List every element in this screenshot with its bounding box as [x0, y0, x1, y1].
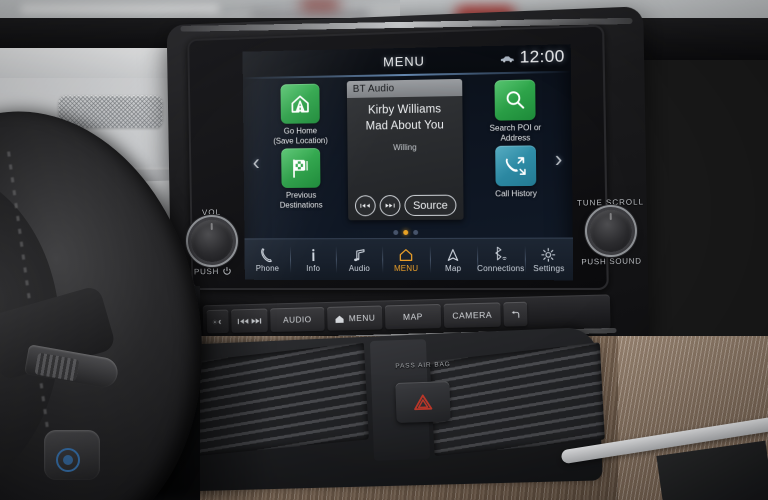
tune-scroll-knob-label: TUNE SCROLL [574, 197, 646, 207]
tile-search-poi[interactable]: Search POI or Address [481, 79, 549, 143]
nav-item-label: Audio [349, 264, 370, 273]
prev-track-icon [359, 201, 370, 210]
prev-track-button[interactable] [354, 195, 375, 216]
steering-wheel-button-icon [56, 448, 80, 472]
bt-audio-source-title: BT Audio [353, 83, 395, 95]
tile-previous-destinations-button[interactable] [281, 148, 320, 188]
nav-item-label: Map [445, 264, 461, 273]
back-arrow-icon [510, 308, 522, 319]
camera-button[interactable]: CAMERA [444, 302, 501, 328]
tile-label-line2: Destinations [280, 200, 323, 210]
tile-previous-destinations-label: Previous Destinations [280, 191, 323, 210]
left-tile-column: Go Home (Save Location) Previous Destina… [268, 83, 333, 209]
infotainment-screen[interactable]: MENU 12:00 ‹ › Go Home (Save Location) P… [243, 44, 574, 280]
track-artist: Kirby Williams [351, 103, 459, 117]
tile-go-home-label: Go Home (Save Location) [273, 126, 328, 146]
nav-item-phone[interactable]: Phone [244, 239, 290, 280]
hazard-light-button[interactable] [395, 381, 450, 423]
phone-history-icon [503, 154, 528, 179]
tune-scroll-knob[interactable] [590, 210, 633, 253]
media-controls: Source [348, 195, 464, 217]
bt-audio-body: Kirby Williams Mad About You Willing [347, 96, 463, 153]
navigation-arrow-icon [445, 246, 461, 262]
home-nav-icon [288, 92, 312, 116]
info-icon [305, 247, 321, 263]
page-dot[interactable] [393, 230, 398, 235]
nav-item-label: Settings [533, 263, 564, 272]
road-blur-2 [250, 10, 370, 18]
source-button[interactable]: Source [404, 195, 457, 216]
tile-call-history[interactable]: Call History [482, 145, 550, 199]
tile-go-home[interactable]: Go Home (Save Location) [268, 83, 333, 145]
home-small-icon [334, 313, 345, 324]
tile-call-history-label: Call History [495, 189, 537, 199]
home-icon [398, 246, 414, 262]
page-dot-active[interactable] [403, 230, 408, 235]
volume-knob-assembly: VOL PUSH [181, 207, 242, 276]
volume-knob[interactable] [191, 220, 234, 263]
tile-label-line2: (Save Location) [273, 136, 328, 146]
road-blur [20, 4, 220, 14]
back-button[interactable] [503, 302, 527, 327]
nav-item-settings[interactable]: Settings [524, 239, 573, 281]
air-vent-right[interactable] [430, 342, 605, 456]
next-track-icon [384, 201, 395, 210]
page-indicator-dots [393, 230, 418, 235]
status-bar-right: 12:00 [499, 46, 565, 68]
nav-item-label: Connections [477, 263, 524, 272]
source-button-label: Source [413, 199, 448, 211]
checkered-flag-icon [289, 156, 313, 180]
menu-hard-button[interactable]: MENU [327, 305, 382, 330]
tune-scroll-knob-assembly: TUNE SCROLL PUSH SOUND [574, 197, 647, 266]
menu-main-area: ‹ › Go Home (Save Location) Previous Des… [243, 73, 573, 247]
bottom-nav-bar: Phone Info Audio MENU Map Connections Se… [244, 238, 573, 281]
track-title: Mad About You [351, 119, 459, 133]
car-icon [499, 53, 515, 62]
push-text: PUSH [194, 267, 219, 276]
map-button[interactable]: MAP [385, 304, 441, 329]
nav-item-info[interactable]: Info [290, 239, 336, 280]
nav-item-connections[interactable]: Connections [477, 239, 525, 281]
track-album: Willing [351, 142, 458, 152]
page-next-chevron-icon[interactable]: › [549, 146, 568, 173]
page-dot[interactable] [413, 230, 418, 235]
nav-item-audio[interactable]: Audio [336, 239, 383, 280]
tile-call-history-button[interactable] [495, 145, 536, 186]
tile-label-line1: Search POI or [490, 123, 542, 133]
nav-item-map[interactable]: Map [429, 239, 477, 280]
menu-hard-button-label: MENU [349, 313, 376, 324]
tile-go-home-button[interactable] [280, 84, 319, 124]
nav-item-label: Info [306, 264, 320, 273]
bluetooth-wifi-icon [492, 246, 508, 262]
nav-item-menu[interactable]: MENU [382, 239, 429, 280]
nav-item-label: Phone [256, 264, 279, 273]
tile-previous-destinations[interactable]: Previous Destinations [269, 148, 334, 210]
power-icon [222, 267, 231, 276]
bt-audio-panel[interactable]: BT Audio Kirby Williams Mad About You Wi… [347, 79, 464, 220]
tile-label-line1: Previous [280, 191, 323, 201]
tile-search-poi-label: Search POI or Address [490, 123, 542, 143]
next-track-button[interactable] [379, 195, 400, 216]
music-note-icon [351, 247, 367, 263]
tile-search-poi-button[interactable] [494, 80, 535, 121]
bt-audio-header: BT Audio [347, 79, 463, 98]
red-object-blur-2 [300, 0, 340, 10]
clock: 12:00 [519, 46, 564, 67]
search-icon [503, 88, 528, 113]
audio-button[interactable]: AUDIO [270, 307, 325, 332]
volume-knob-label: VOL [181, 207, 241, 217]
push-sound-label: PUSH SOUND [575, 256, 647, 266]
car-interior-scene: MENU 12:00 ‹ › Go Home (Save Location) P… [0, 0, 768, 500]
tile-label-line1: Call History [495, 189, 537, 199]
right-tile-column: Search POI or Address Call History [481, 79, 549, 199]
page-prev-chevron-icon[interactable]: ‹ [247, 150, 265, 176]
nav-item-label: MENU [394, 264, 418, 273]
page-title: MENU [383, 53, 425, 69]
hazard-triangle-icon [413, 393, 434, 412]
gear-icon [540, 246, 557, 262]
tile-label-line2: Address [490, 133, 542, 143]
phone-icon [260, 247, 276, 263]
